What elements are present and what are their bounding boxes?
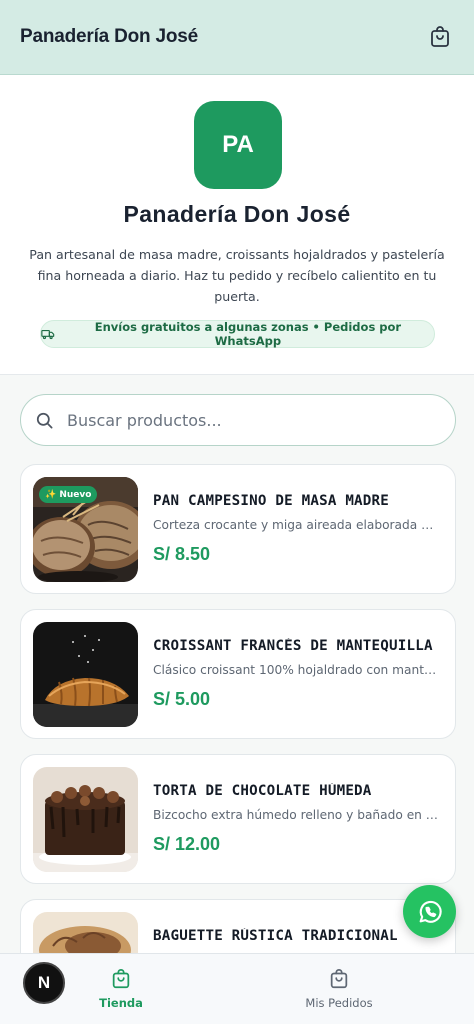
product-name: BAGUETTE RÚSTICA TRADICIONAL (153, 928, 398, 944)
product-image: ✨ Nuevo (33, 477, 138, 582)
product-card[interactable]: TORTA DE CHOCOLATE HÚMEDA Bizcocho extra… (20, 754, 456, 884)
shipping-info-text: Envíos gratuitos a algunas zonas • Pedid… (94, 320, 402, 348)
shopping-bag-icon (330, 969, 348, 989)
product-description: Bizcocho extra húmedo relleno y bañado e… (153, 808, 438, 822)
dev-tools-indicator[interactable]: N (23, 962, 65, 1004)
search-icon (36, 412, 53, 428)
search-bar[interactable] (20, 394, 456, 446)
nav-tab-my-orders[interactable]: Mis Pedidos (259, 968, 419, 1010)
whatsapp-icon (419, 900, 442, 923)
shopping-bag-icon (112, 969, 130, 989)
product-name: CROISSANT FRANCÉS DE MANTEQUILLA (153, 638, 433, 654)
whatsapp-button[interactable] (403, 885, 456, 938)
shopping-bag-icon (431, 26, 449, 47)
store-hero: PA Panadería Don José Pan artesanal de m… (0, 75, 474, 375)
truck-icon (41, 329, 55, 340)
product-name: TORTA DE CHOCOLATE HÚMEDA (153, 783, 372, 799)
product-card[interactable]: CROISSANT FRANCÉS DE MANTEQUILLA Clásico… (20, 609, 456, 739)
shipping-info-pill: Envíos gratuitos a algunas zonas • Pedid… (40, 320, 435, 348)
product-price: S/ 8.50 (153, 544, 211, 564)
top-bar: Panadería Don José (0, 0, 474, 75)
header-title[interactable]: Panadería Don José (20, 26, 198, 48)
nav-tab-label: Tienda (99, 996, 143, 1010)
store-logo: PA (194, 101, 282, 189)
nav-tab-shop[interactable]: Tienda (41, 968, 201, 1010)
store-name: Panadería Don José (123, 201, 351, 227)
new-badge: ✨ Nuevo (39, 486, 98, 503)
bottom-navigation: Tienda Mis Pedidos (0, 953, 474, 1024)
product-image (33, 767, 138, 872)
product-name: PAN CAMPESINO DE MASA MADRE (153, 493, 390, 509)
product-price: S/ 5.00 (153, 689, 211, 709)
product-price: S/ 12.00 (153, 834, 221, 854)
cart-button[interactable] (426, 23, 454, 51)
product-card[interactable]: ✨ Nuevo PAN CAMPESINO DE MASA MADRE Cort… (20, 464, 456, 594)
product-description: Clásico croissant 100% hojaldrado con ma… (153, 663, 438, 677)
search-input[interactable] (67, 410, 427, 430)
product-image (33, 622, 138, 727)
store-description: Pan artesanal de masa madre, croissants … (29, 247, 445, 304)
nav-tab-label: Mis Pedidos (305, 996, 373, 1010)
product-description: Corteza crocante y miga aireada elaborad… (153, 518, 438, 532)
